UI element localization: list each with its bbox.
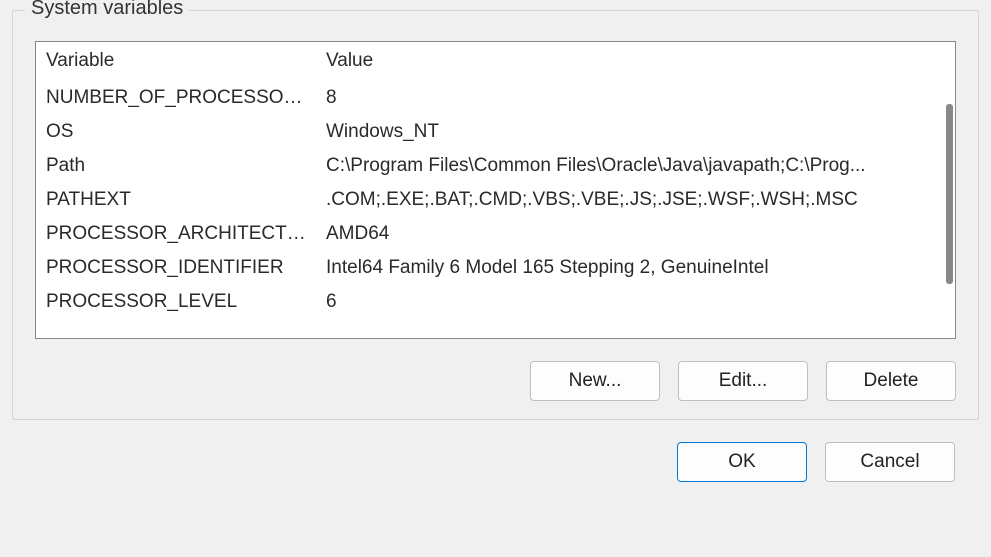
variables-table: Variable Value NUMBER_OF_PROCESSORS 8 OS…	[36, 42, 955, 319]
new-button[interactable]: New...	[530, 361, 660, 401]
system-variables-list[interactable]: Variable Value NUMBER_OF_PROCESSORS 8 OS…	[35, 41, 956, 339]
dialog-buttons-row: OK Cancel	[12, 442, 979, 482]
cell-value: .COM;.EXE;.BAT;.CMD;.VBS;.VBE;.JS;.JSE;.…	[316, 183, 955, 217]
cell-value: 8	[316, 81, 955, 116]
table-row[interactable]: NUMBER_OF_PROCESSORS 8	[36, 81, 955, 116]
column-header-value[interactable]: Value	[316, 42, 955, 81]
cell-variable: Path	[36, 149, 316, 183]
list-buttons-row: New... Edit... Delete	[35, 361, 956, 401]
cell-variable: PROCESSOR_IDENTIFIER	[36, 251, 316, 285]
table-row[interactable]: PROCESSOR_ARCHITECTU... AMD64	[36, 217, 955, 251]
cell-variable: PROCESSOR_LEVEL	[36, 285, 316, 319]
cancel-button[interactable]: Cancel	[825, 442, 955, 482]
cell-variable: PATHEXT	[36, 183, 316, 217]
delete-button[interactable]: Delete	[826, 361, 956, 401]
ok-button[interactable]: OK	[677, 442, 807, 482]
table-row[interactable]: PATHEXT .COM;.EXE;.BAT;.CMD;.VBS;.VBE;.J…	[36, 183, 955, 217]
cell-value: Windows_NT	[316, 115, 955, 149]
table-row[interactable]: PROCESSOR_IDENTIFIER Intel64 Family 6 Mo…	[36, 251, 955, 285]
table-row[interactable]: OS Windows_NT	[36, 115, 955, 149]
cell-variable: OS	[36, 115, 316, 149]
column-header-variable[interactable]: Variable	[36, 42, 316, 81]
cell-value: 6	[316, 285, 955, 319]
edit-button[interactable]: Edit...	[678, 361, 808, 401]
cell-variable: PROCESSOR_ARCHITECTU...	[36, 217, 316, 251]
table-row[interactable]: PROCESSOR_LEVEL 6	[36, 285, 955, 319]
cell-value: Intel64 Family 6 Model 165 Stepping 2, G…	[316, 251, 955, 285]
cell-value: AMD64	[316, 217, 955, 251]
cell-variable: NUMBER_OF_PROCESSORS	[36, 81, 316, 116]
scrollbar-thumb[interactable]	[946, 104, 953, 284]
table-row[interactable]: Path C:\Program Files\Common Files\Oracl…	[36, 149, 955, 183]
cell-value: C:\Program Files\Common Files\Oracle\Jav…	[316, 149, 955, 183]
system-variables-group: System variables Variable Value NUMBER_O…	[12, 10, 979, 420]
group-title: System variables	[25, 0, 189, 20]
